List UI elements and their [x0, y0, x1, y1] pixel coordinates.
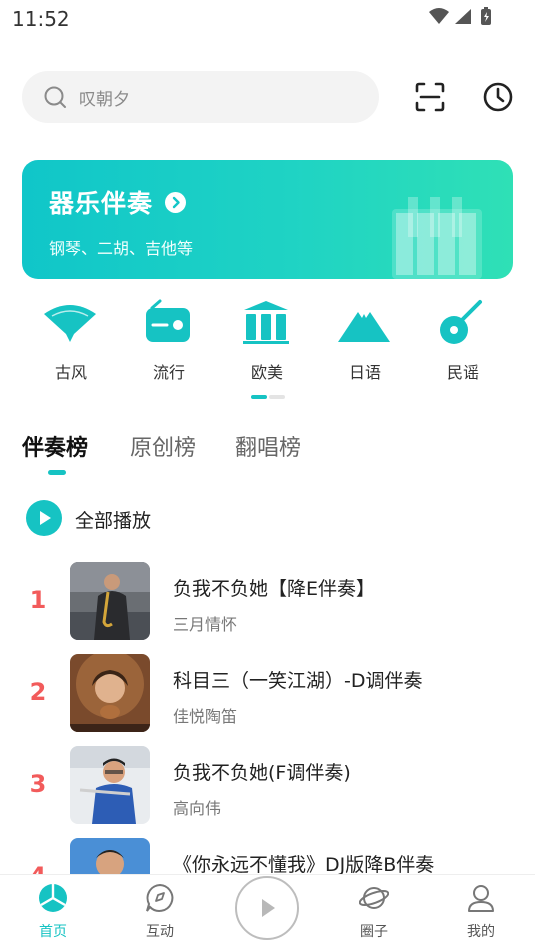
tab-original[interactable]: 原创榜 — [130, 430, 196, 462]
song-artist: 佳悦陶笛 — [173, 707, 238, 726]
mountain-icon — [338, 312, 390, 342]
song-list: 1 负我不负她【降E伴奏】 三月情怀 2 科目三（一笑江湖）-D调伴奏 佳悦陶笛… — [0, 562, 535, 874]
song-row[interactable]: 2 科目三（一笑江湖）-D调伴奏 佳悦陶笛 — [0, 654, 535, 734]
song-cover-image — [70, 838, 150, 874]
banner-subtitle: 钢琴、二胡、吉他等 — [49, 239, 194, 258]
category-page-indicator — [251, 395, 285, 399]
song-cover-image — [70, 654, 150, 732]
center-play-button[interactable] — [235, 876, 299, 940]
category-riyu[interactable]: 日语 — [316, 298, 406, 388]
pillars-icon — [243, 301, 289, 344]
wifi-icon — [429, 8, 449, 24]
tab-accompaniment[interactable]: 伴奏榜 — [22, 430, 88, 462]
search-icon — [44, 86, 66, 108]
song-row[interactable]: 4 《你永远不懂我》DJ版降B伴奏 — [0, 838, 535, 874]
category-gufeng[interactable]: 古风 — [22, 298, 112, 388]
tab-cover[interactable]: 翻唱榜 — [235, 430, 301, 462]
nav-label: 首页 — [39, 924, 67, 940]
piano-keys-icon — [392, 197, 482, 279]
radio-icon — [146, 299, 190, 342]
song-rank: 3 — [29, 770, 47, 798]
profile-icon — [468, 885, 494, 912]
category-liuxing[interactable]: 流行 — [120, 298, 210, 388]
status-icons — [429, 7, 491, 25]
song-row[interactable]: 3 负我不负她(F调伴奏) 高向伟 — [0, 746, 535, 826]
song-title: 负我不负她(F调伴奏) — [173, 762, 351, 784]
song-title: 《你永远不懂我》DJ版降B伴奏 — [173, 854, 435, 874]
song-rank: 1 — [29, 586, 47, 614]
song-rank: 2 — [29, 678, 47, 706]
status-bar: 11:52 — [0, 0, 535, 38]
search-placeholder: 叹朝夕 — [79, 90, 130, 110]
nav-label: 圈子 — [360, 924, 388, 940]
song-title: 科目三（一笑江湖）-D调伴奏 — [173, 670, 423, 692]
category-label: 日语 — [348, 363, 381, 382]
nav-profile[interactable]: 我的 — [441, 875, 521, 951]
chat-icon — [146, 883, 174, 912]
bottom-nav: 首页 互动 圈子 我的 — [0, 874, 535, 951]
play-all-label: 全部播放 — [75, 510, 152, 532]
play-all-button[interactable]: 全部播放 — [26, 500, 326, 538]
scan-icon[interactable] — [413, 80, 447, 114]
nav-home[interactable]: 首页 — [13, 875, 93, 951]
fan-icon — [44, 305, 96, 342]
guitar-icon — [440, 300, 482, 344]
planet-icon — [359, 887, 389, 909]
play-icon — [262, 899, 275, 917]
nav-circle[interactable]: 圈子 — [334, 875, 414, 951]
search-row: 叹朝夕 — [22, 71, 515, 123]
nav-interact[interactable]: 互动 — [120, 875, 200, 951]
active-tab-indicator — [48, 470, 66, 475]
history-icon[interactable] — [481, 80, 515, 114]
category-label: 古风 — [54, 363, 87, 382]
instrumental-banner[interactable]: 器乐伴奏 钢琴、二胡、吉他等 — [22, 160, 513, 279]
chevron-right-icon — [165, 192, 186, 213]
song-title: 负我不负她【降E伴奏】 — [173, 578, 376, 600]
song-artist: 三月情怀 — [173, 615, 238, 634]
category-oumei[interactable]: 欧美 — [218, 298, 308, 388]
category-label: 民谣 — [446, 363, 479, 382]
category-label: 流行 — [152, 363, 185, 382]
signal-icon — [455, 9, 471, 24]
category-minyao[interactable]: 民谣 — [414, 298, 504, 388]
nav-label: 互动 — [146, 924, 174, 940]
song-artist: 高向伟 — [173, 799, 222, 818]
search-input[interactable]: 叹朝夕 — [22, 71, 379, 123]
banner-title: 器乐伴奏 — [49, 189, 154, 218]
status-time: 11:52 — [12, 7, 70, 31]
song-row[interactable]: 1 负我不负她【降E伴奏】 三月情怀 — [0, 562, 535, 642]
category-label: 欧美 — [250, 363, 283, 382]
nav-label: 我的 — [467, 924, 495, 940]
category-row: 古风 流行 欧美 日语 民谣 — [22, 298, 513, 399]
song-cover-image — [70, 746, 150, 824]
song-rank: 4 — [20, 862, 56, 874]
song-cover-image — [70, 562, 150, 640]
home-icon — [39, 884, 67, 912]
chart-tabs: 伴奏榜 原创榜 翻唱榜 — [22, 430, 422, 476]
play-circle-icon — [26, 500, 62, 536]
